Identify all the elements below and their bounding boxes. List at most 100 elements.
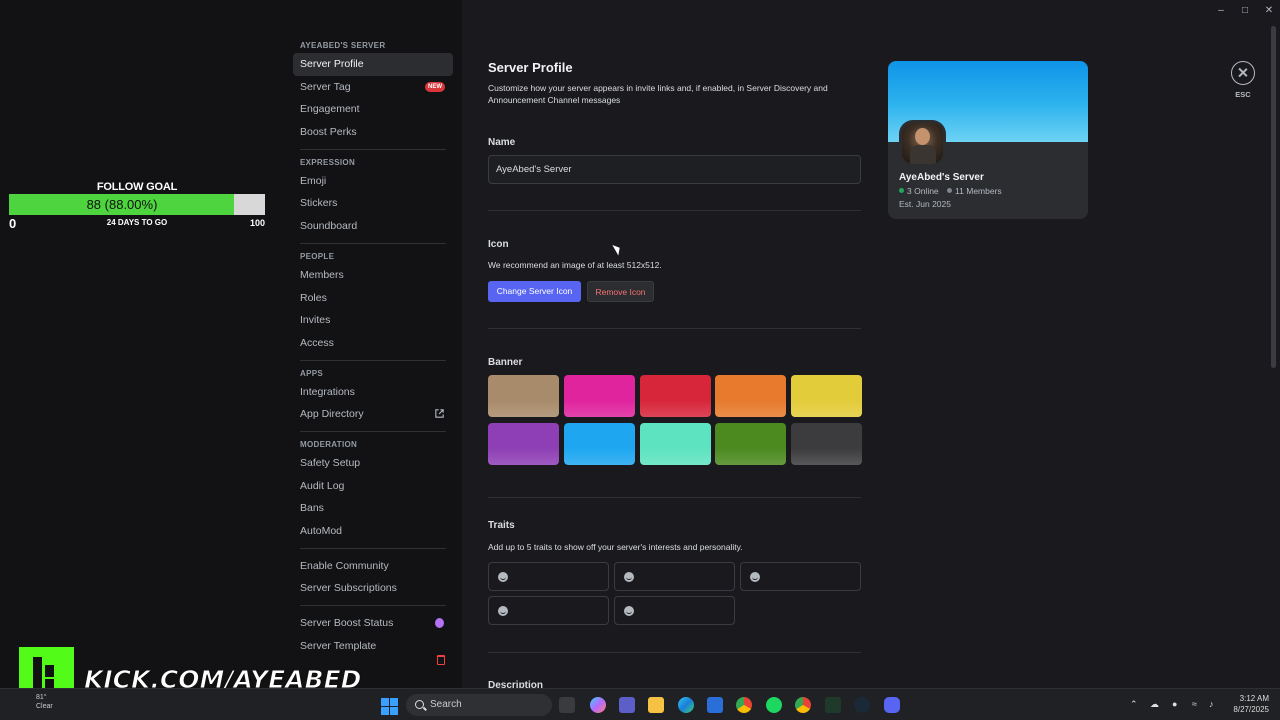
sidebar-item-bans[interactable]: Bans [293,497,453,520]
esc-label: ESC [1235,90,1251,99]
sidebar-item-integrations[interactable]: Integrations [293,381,453,404]
minimize-icon[interactable]: – [1214,4,1228,18]
sidebar-item-boost-perks[interactable]: Boost Perks [293,121,453,144]
trait-slot[interactable] [740,562,861,591]
onedrive-icon[interactable]: ☁ [1150,699,1159,710]
follow-goal-max: 100 [249,218,265,228]
store-icon[interactable] [707,697,723,713]
expression-section-header: EXPRESSION [300,157,356,167]
taskbar-search[interactable]: Search [406,694,552,716]
teams-icon[interactable] [619,697,635,713]
discord-icon[interactable] [884,697,900,713]
sidebar-item-emoji[interactable]: Emoji [293,170,453,193]
task-view-icon[interactable] [559,697,575,713]
section-divider [488,210,861,211]
window-close-icon[interactable]: ✕ [1262,4,1276,18]
emoji-smile-icon [750,572,760,582]
sidebar-item-members[interactable]: Members [293,264,453,287]
microphone-icon[interactable]: ● [1172,699,1177,709]
boost-gem-icon [435,618,444,629]
sidebar-item-roles[interactable]: Roles [293,287,453,310]
banner-swatch[interactable] [715,375,787,417]
trait-slot[interactable] [614,562,735,591]
online-dot-icon [899,188,904,193]
close-settings-button[interactable] [1231,61,1255,85]
banner-swatch-selected[interactable] [561,421,637,467]
banner-swatch[interactable] [715,423,787,465]
banner-swatch[interactable] [791,423,863,465]
taskbar-clock[interactable]: 3:12 AM 8/27/2025 [1223,693,1269,715]
chrome-profile-icon[interactable] [795,697,811,713]
section-divider [488,497,861,498]
external-link-icon [435,409,444,418]
sidebar-item-server-boost-status[interactable]: Server Boost Status [293,612,453,635]
sidebar-item-engagement[interactable]: Engagement [293,98,453,121]
trait-slot[interactable] [488,596,609,625]
sidebar-item-server-subscriptions[interactable]: Server Subscriptions [293,577,453,600]
preview-members: 11 Members [955,186,1002,196]
banner-swatch[interactable] [488,423,559,465]
copilot-icon[interactable] [590,697,606,713]
steam-icon[interactable] [854,697,870,713]
sidebar-item-server-profile[interactable]: Server Profile [293,53,453,76]
windows-taskbar: 81° Clear Search ⌃ ☁ ● ≈ ♪ 3:12 AM 8/27/… [0,688,1280,720]
traits-label: Traits [488,520,515,531]
sidebar-item-soundboard[interactable]: Soundboard [293,215,453,238]
emoji-smile-icon [624,606,634,616]
banner-swatch[interactable] [488,375,559,417]
sidebar-item-safety-setup[interactable]: Safety Setup [293,452,453,475]
sidebar-item-server-template[interactable]: Server Template [293,635,453,665]
follow-goal-title: FOLLOW GOAL [96,181,178,193]
banner-swatch[interactable] [639,375,711,417]
app-icon[interactable] [825,697,841,713]
maximize-icon[interactable]: □ [1238,4,1252,18]
wifi-icon[interactable]: ≈ [1192,699,1197,709]
spotify-icon[interactable] [766,697,782,713]
sidebar-item-enable-community[interactable]: Enable Community [293,555,453,578]
clock-time: 3:12 AM [1239,694,1269,703]
server-avatar [899,120,946,167]
page-title: Server Profile [488,60,573,75]
banner-swatch[interactable] [563,375,635,417]
sidebar-item-app-directory[interactable]: App Directory [293,403,453,426]
sidebar-item-access[interactable]: Access [293,332,453,355]
sidebar-divider [300,242,446,244]
banner-label: Banner [488,357,523,368]
sidebar-item-label: Server Tag [300,80,351,93]
sidebar-item-stickers[interactable]: Stickers [293,192,453,215]
windows-start-icon[interactable] [381,698,398,715]
follow-goal-widget: FOLLOW GOAL 88 (88.00%) 0 24 DAYS TO GO … [9,181,265,231]
edge-icon[interactable] [678,697,694,713]
sidebar-item-audit-log[interactable]: Audit Log [293,475,453,498]
sidebar-item-automod[interactable]: AutoMod [293,520,453,543]
follow-goal-bar: 88 (88.00%) [9,194,265,215]
scrollbar[interactable] [1271,26,1276,368]
sidebar-item-label: App Directory [300,408,364,421]
sidebar-item-server-tag[interactable]: Server Tag NEW [293,76,453,99]
sidebar-item-invites[interactable]: Invites [293,309,453,332]
banner-swatch[interactable] [639,423,711,465]
follow-goal-days: 24 DAYS TO GO [106,218,168,227]
server-name-input[interactable]: AyeAbed's Server [488,155,861,184]
weather-temp: 81° [36,694,47,701]
moderation-section-header: MODERATION [300,439,358,449]
emoji-smile-icon [624,572,634,582]
page-description: Customize how your server appears in inv… [488,83,828,105]
trait-slot[interactable] [614,596,735,625]
chrome-icon[interactable] [736,697,752,713]
change-server-icon-button[interactable]: Change Server Icon [488,281,581,302]
preview-server-name: AyeAbed's Server [899,172,984,183]
follow-goal-value: 88 (88.00%) [86,197,158,212]
remove-icon-button[interactable]: Remove Icon [587,281,654,302]
people-section-header: PEOPLE [300,251,335,261]
weather-desc: Clear [36,703,53,710]
weather-widget[interactable]: 81° Clear [36,693,53,711]
file-explorer-icon[interactable] [648,697,664,713]
delete-server-icon[interactable] [437,654,445,665]
trait-slot[interactable] [488,562,609,591]
banner-swatch[interactable] [791,375,863,417]
server-profile-panel: Server Profile Customize how your server… [488,60,863,691]
volume-icon[interactable]: ♪ [1209,699,1214,709]
tray-chevron-up-icon[interactable]: ⌃ [1130,699,1138,710]
settings-sidebar: AYEABED'S SERVER Server Profile Server T… [293,36,453,665]
